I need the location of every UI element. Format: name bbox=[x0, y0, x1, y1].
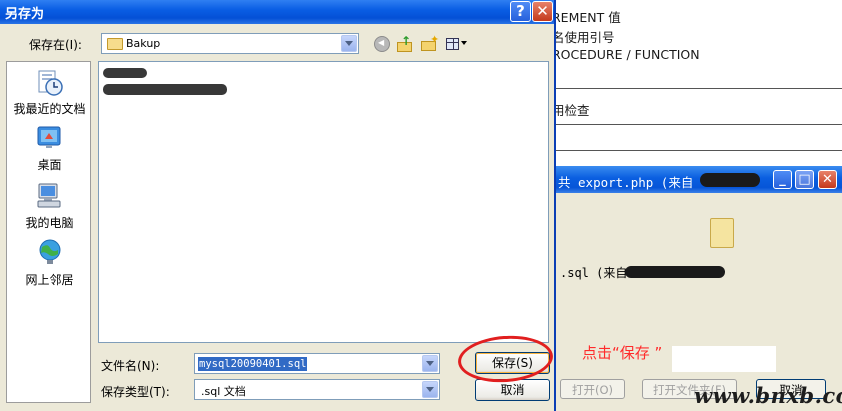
folder-icon bbox=[107, 38, 123, 50]
download-titlebar[interactable]: 共 export.php (来自 _ □ ✕ bbox=[550, 166, 842, 193]
place-label: 我最近的文档 bbox=[13, 102, 86, 116]
filetype-value: .sql 文档 bbox=[201, 385, 246, 398]
download-title: 共 export.php (来自 bbox=[558, 175, 694, 190]
file-list[interactable] bbox=[98, 61, 549, 343]
redacted-text bbox=[625, 266, 725, 278]
save-in-dropdown[interactable]: Bakup bbox=[101, 33, 359, 54]
bg-divider bbox=[549, 124, 842, 125]
up-folder-icon[interactable]: ↑ bbox=[397, 34, 413, 52]
filename-value: mysql20090401.sql bbox=[198, 357, 308, 371]
my-computer-icon bbox=[37, 183, 61, 208]
titlebar[interactable]: 另存为 ? ✕ bbox=[0, 0, 554, 24]
download-file-name: .sql (来自 bbox=[560, 266, 628, 280]
bg-text-line: 用检查 bbox=[552, 103, 590, 118]
filename-label: 文件名(N): bbox=[101, 359, 160, 373]
chevron-down-icon[interactable] bbox=[422, 355, 438, 372]
save-in-value: Bakup bbox=[126, 37, 161, 50]
bg-text-line: 名使用引号 bbox=[552, 30, 615, 45]
place-label: 网上邻居 bbox=[25, 273, 74, 287]
help-button[interactable]: ? bbox=[510, 1, 531, 22]
maximize-icon[interactable]: □ bbox=[795, 170, 814, 189]
network-places-icon bbox=[39, 239, 61, 264]
view-menu-icon[interactable] bbox=[446, 36, 467, 52]
dialog-title: 另存为 bbox=[5, 7, 45, 22]
save-in-label: 保存在(I): bbox=[29, 38, 82, 52]
redacted-file-item[interactable] bbox=[103, 84, 227, 95]
chevron-down-icon[interactable] bbox=[422, 381, 438, 398]
annotation-hint: 点击“保存 ” bbox=[582, 344, 663, 362]
place-recent-documents[interactable]: 我最近的文档 bbox=[7, 67, 92, 121]
redacted-text bbox=[700, 173, 760, 187]
place-label: 我的电脑 bbox=[25, 216, 74, 230]
minimize-icon[interactable]: _ bbox=[773, 170, 792, 189]
filename-input[interactable]: mysql20090401.sql bbox=[194, 353, 440, 374]
bg-text-line: REMENT 值 bbox=[552, 10, 621, 25]
recent-documents-icon bbox=[38, 70, 63, 96]
new-folder-icon[interactable]: ✦ bbox=[421, 33, 439, 52]
place-network[interactable]: 网上邻居 bbox=[7, 238, 92, 290]
filetype-dropdown[interactable]: .sql 文档 bbox=[194, 379, 440, 400]
back-icon[interactable] bbox=[374, 36, 390, 52]
filetype-label: 保存类型(T): bbox=[101, 385, 170, 399]
open-button[interactable]: 打开(O) bbox=[560, 379, 625, 399]
place-desktop[interactable]: 桌面 bbox=[7, 124, 92, 176]
close-icon[interactable]: ✕ bbox=[818, 170, 837, 189]
place-my-computer[interactable]: 我的电脑 bbox=[7, 181, 92, 233]
watermark: www.bnxb.com bbox=[694, 383, 842, 408]
file-download-dialog: 共 export.php (来自 _ □ ✕ .sql (来自 点击“保存 ” … bbox=[549, 166, 842, 411]
bg-divider bbox=[549, 150, 842, 151]
places-bar: 我最近的文档 桌面 我的电脑 网上邻居 bbox=[6, 61, 91, 403]
redacted-file-item[interactable] bbox=[103, 68, 147, 78]
file-icon bbox=[710, 218, 734, 248]
chevron-down-icon[interactable] bbox=[341, 35, 357, 52]
close-button[interactable]: ✕ bbox=[532, 1, 553, 22]
bg-text-line: ROCEDURE / FUNCTION bbox=[552, 47, 700, 62]
annotation-box bbox=[672, 346, 776, 372]
bg-divider bbox=[549, 88, 842, 89]
place-label: 桌面 bbox=[37, 158, 62, 172]
cancel-button[interactable]: 取消 bbox=[475, 379, 550, 401]
desktop-icon bbox=[37, 126, 61, 148]
